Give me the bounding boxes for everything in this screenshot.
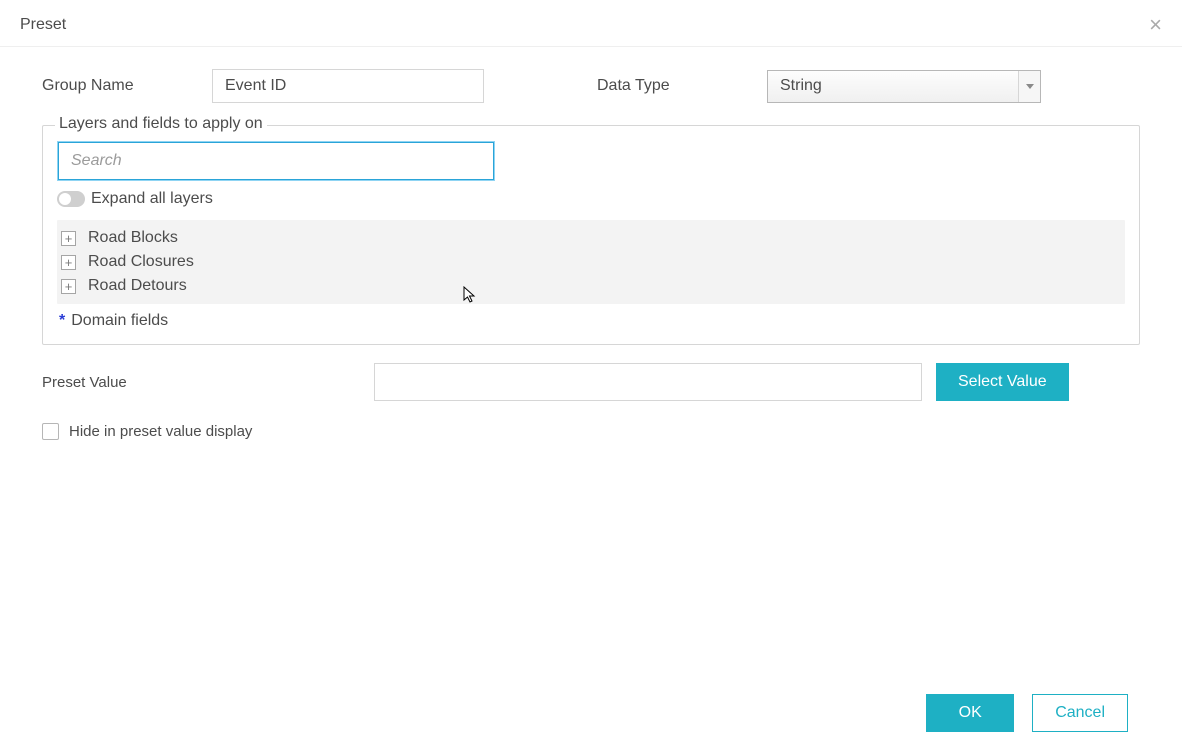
plus-icon[interactable]: +	[61, 231, 76, 246]
ok-button[interactable]: OK	[926, 694, 1014, 732]
data-type-value: String	[780, 77, 822, 95]
layer-item[interactable]: + Road Closures	[57, 250, 1125, 274]
data-type-select[interactable]: String	[767, 70, 1041, 103]
search-input[interactable]	[58, 142, 494, 180]
preset-value-input[interactable]	[374, 363, 922, 401]
data-type-label: Data Type	[597, 77, 767, 95]
hide-preset-row: Hide in preset value display	[42, 423, 1140, 440]
hide-preset-label: Hide in preset value display	[69, 423, 252, 440]
domain-fields-label: Domain fields	[71, 312, 168, 330]
chevron-down-icon	[1018, 71, 1040, 102]
layers-fieldset: Layers and fields to apply on Expand all…	[42, 125, 1140, 345]
dialog-title: Preset	[20, 16, 66, 34]
select-value-button[interactable]: Select Value	[936, 363, 1069, 401]
plus-icon[interactable]: +	[61, 255, 76, 270]
preset-dialog: Preset × Group Name Data Type String Lay…	[0, 0, 1182, 742]
group-name-input[interactable]	[212, 69, 484, 103]
layer-item-label: Road Closures	[88, 253, 194, 271]
hide-preset-checkbox[interactable]	[42, 423, 59, 440]
domain-fields-note: * Domain fields	[57, 312, 1125, 330]
close-icon[interactable]: ×	[1149, 14, 1162, 36]
plus-icon[interactable]: +	[61, 279, 76, 294]
layers-fieldset-legend: Layers and fields to apply on	[55, 115, 267, 133]
expand-all-toggle[interactable]	[57, 191, 85, 207]
toggle-knob	[59, 193, 71, 205]
dialog-body: Group Name Data Type String Layers and f…	[0, 47, 1182, 440]
layer-list: + Road Blocks + Road Closures + Road Det…	[57, 220, 1125, 304]
layer-item-label: Road Detours	[88, 277, 187, 295]
cancel-button[interactable]: Cancel	[1032, 694, 1128, 732]
expand-all-label: Expand all layers	[91, 190, 213, 208]
preset-value-label: Preset Value	[42, 374, 374, 391]
layer-item-label: Road Blocks	[88, 229, 178, 247]
group-name-row: Group Name Data Type String	[42, 69, 1140, 103]
layer-item[interactable]: + Road Blocks	[57, 226, 1125, 250]
dialog-header: Preset ×	[0, 0, 1182, 47]
expand-all-row: Expand all layers	[57, 190, 1125, 208]
dialog-footer: OK Cancel	[926, 694, 1128, 732]
preset-value-row: Preset Value Select Value	[42, 363, 1140, 401]
asterisk-icon: *	[59, 312, 65, 330]
layer-item[interactable]: + Road Detours	[57, 274, 1125, 298]
group-name-label: Group Name	[42, 77, 212, 95]
